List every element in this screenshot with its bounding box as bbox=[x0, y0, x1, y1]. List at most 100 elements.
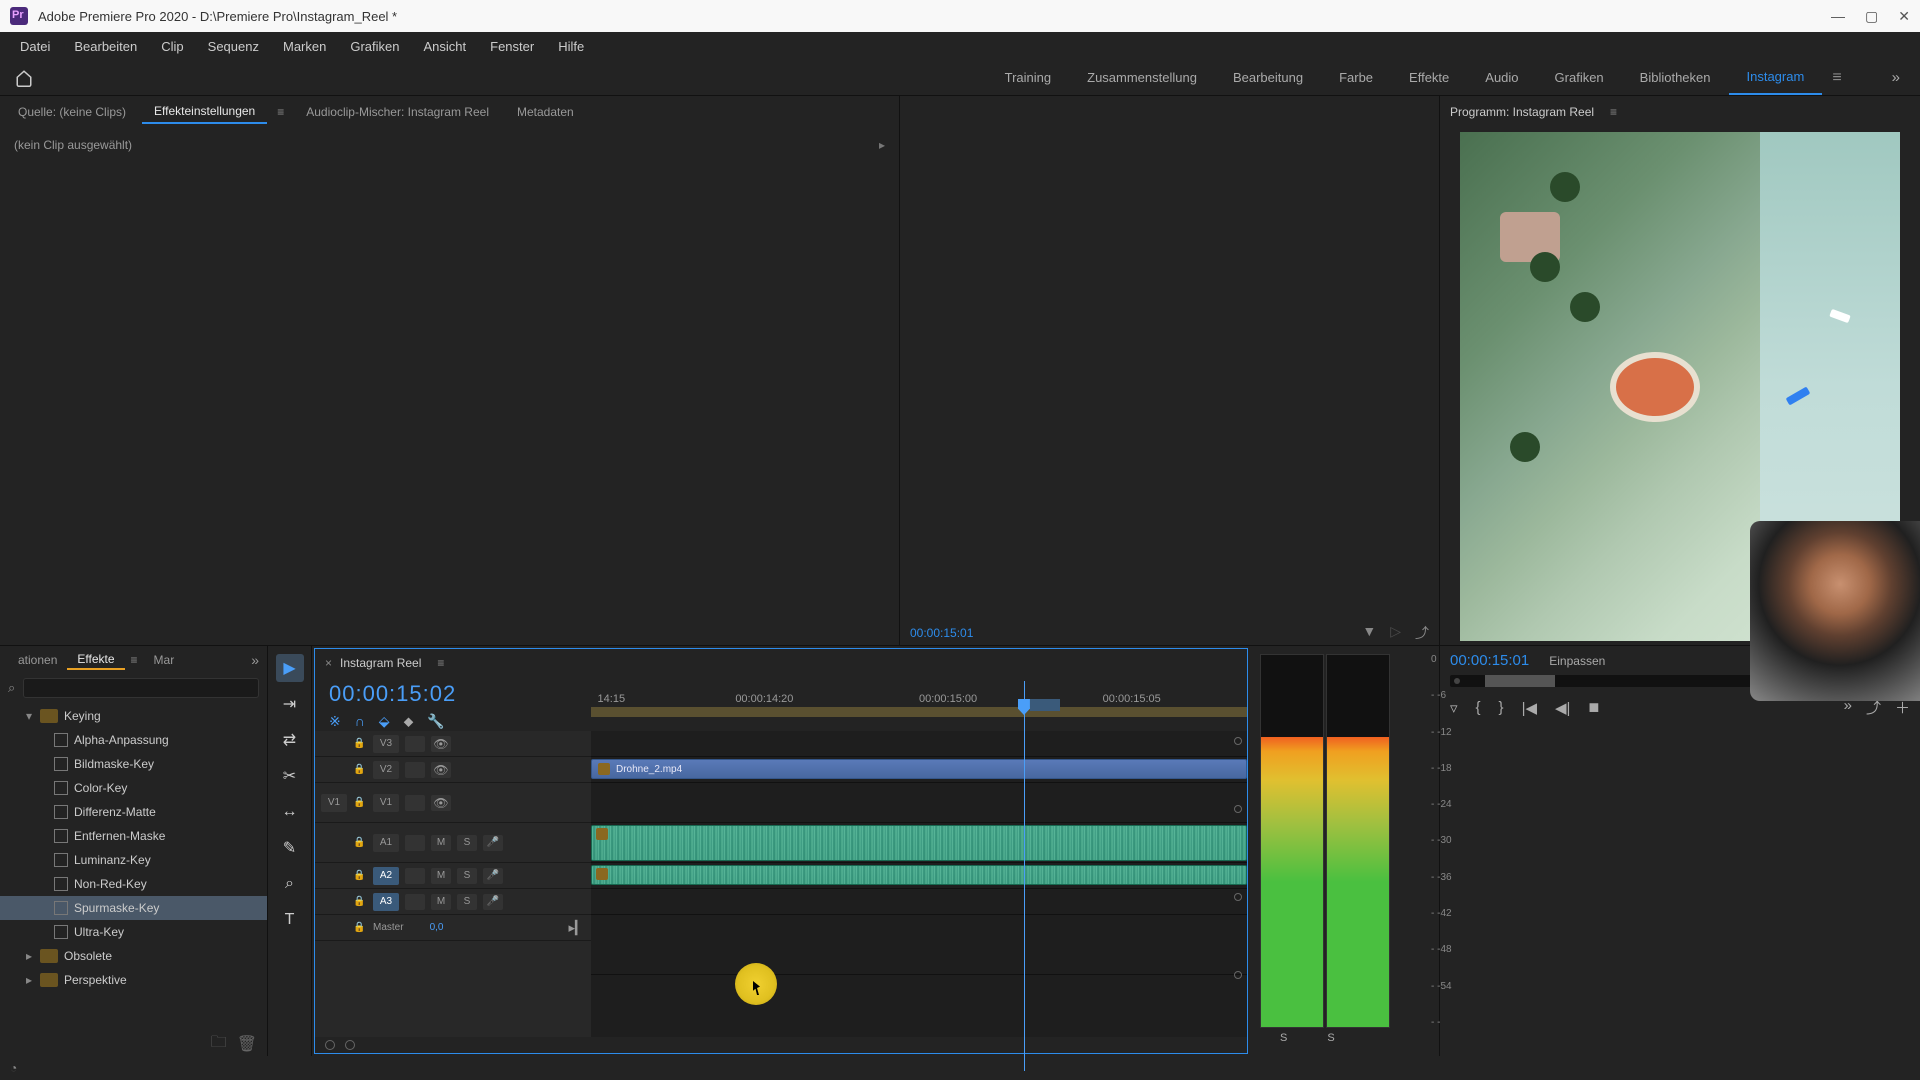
menu-help[interactable]: Hilfe bbox=[546, 39, 596, 54]
track-select-tool[interactable]: ⇥ bbox=[276, 690, 304, 718]
timeline-sequence-name[interactable]: Instagram Reel bbox=[340, 656, 421, 670]
tab-effects[interactable]: Effekte bbox=[67, 650, 124, 670]
workspace-assembly[interactable]: Zusammenstellung bbox=[1069, 60, 1215, 95]
track-content-area[interactable]: Drohne_2.mp4 bbox=[591, 731, 1247, 1037]
clip-audio-a1[interactable] bbox=[591, 825, 1247, 861]
tab-effect-controls[interactable]: Effekteinstellungen bbox=[142, 100, 267, 124]
effect-ultra-key[interactable]: Ultra-Key bbox=[0, 920, 267, 944]
effects-tree[interactable]: ▾Keying Alpha-Anpassung Bildmaske-Key Co… bbox=[0, 702, 267, 1032]
timeline-tab-menu-icon[interactable]: ≡ bbox=[431, 656, 450, 670]
menu-clip[interactable]: Clip bbox=[149, 39, 195, 54]
track-header-a1[interactable]: 🔒A1MS🎤 bbox=[315, 823, 591, 863]
menu-graphics[interactable]: Grafiken bbox=[338, 39, 411, 54]
effect-non-red-key[interactable]: Non-Red-Key bbox=[0, 872, 267, 896]
program-zoom-level[interactable]: Einpassen bbox=[1549, 654, 1605, 668]
timeline-timecode[interactable]: 00:00:15:02 bbox=[329, 681, 577, 707]
effect-image-matte-key[interactable]: Bildmaske-Key bbox=[0, 752, 267, 776]
effects-search-input[interactable] bbox=[23, 678, 259, 698]
close-window-button[interactable]: ✕ bbox=[1898, 8, 1910, 25]
workspace-editing[interactable]: Bearbeitung bbox=[1215, 60, 1321, 95]
tabs-overflow-button[interactable]: » bbox=[251, 652, 259, 668]
effect-color-key[interactable]: Color-Key bbox=[0, 776, 267, 800]
playhead[interactable] bbox=[1024, 681, 1025, 1071]
folder-obsolete[interactable]: ▸Obsolete bbox=[0, 944, 267, 968]
workspace-audio[interactable]: Audio bbox=[1467, 60, 1536, 95]
razor-tool[interactable]: ✂ bbox=[276, 762, 304, 790]
source-timecode[interactable]: 00:00:15:01 bbox=[910, 626, 973, 640]
home-button[interactable] bbox=[8, 62, 40, 94]
program-panel-menu-icon[interactable]: ≡ bbox=[1604, 105, 1623, 119]
clip-audio-a2[interactable] bbox=[591, 865, 1247, 885]
go-to-in-button[interactable]: |◀ bbox=[1522, 699, 1537, 717]
clip-drohne-2[interactable]: Drohne_2.mp4 bbox=[591, 759, 1247, 779]
timeline-zoom-scrollbar[interactable] bbox=[315, 1037, 1247, 1053]
slip-tool[interactable]: ↔ bbox=[276, 798, 304, 826]
workspace-color[interactable]: Farbe bbox=[1321, 60, 1391, 95]
effect-alpha-adjust[interactable]: Alpha-Anpassung bbox=[0, 728, 267, 752]
timeline-settings-icon[interactable]: ⬥ bbox=[404, 713, 414, 730]
tab-partial-left[interactable]: ationen bbox=[8, 651, 67, 669]
solo-right-button[interactable]: S bbox=[1327, 1032, 1334, 1044]
workspace-effects[interactable]: Effekte bbox=[1391, 60, 1467, 95]
timeline-wrench-icon[interactable]: 🔧 bbox=[427, 713, 444, 730]
play-button[interactable]: ■ bbox=[1588, 697, 1599, 718]
menu-view[interactable]: Ansicht bbox=[411, 39, 478, 54]
track-header-v2[interactable]: 🔒V2👁 bbox=[315, 757, 591, 783]
track-header-v3[interactable]: 🔒V3👁 bbox=[315, 731, 591, 757]
effects-tab-menu-icon[interactable]: ≡ bbox=[125, 653, 144, 667]
go-to-end-icon[interactable]: ▸▎ bbox=[568, 920, 585, 936]
zoom-tool[interactable]: ⌕ bbox=[276, 870, 304, 898]
tab-audio-mixer[interactable]: Audioclip-Mischer: Instagram Reel bbox=[294, 101, 501, 123]
program-viewer[interactable] bbox=[1450, 132, 1910, 641]
master-level-value[interactable]: 0,0 bbox=[430, 922, 444, 933]
track-header-master[interactable]: 🔒 Master 0,0 ▸▎ bbox=[315, 915, 591, 941]
new-bin-icon[interactable]: 🗀 bbox=[211, 1031, 227, 1058]
add-marker-icon[interactable]: ⬙ bbox=[379, 713, 390, 730]
menu-markers[interactable]: Marken bbox=[271, 39, 338, 54]
workspace-instagram[interactable]: Instagram bbox=[1729, 60, 1823, 95]
effect-difference-matte[interactable]: Differenz-Matte bbox=[0, 800, 267, 824]
timeline-tab-close-icon[interactable]: × bbox=[325, 656, 332, 670]
workspace-graphics[interactable]: Grafiken bbox=[1537, 60, 1622, 95]
timeline-ruler[interactable]: 14:15 00:00:14:20 00:00:15:00 00:00:15:0… bbox=[591, 677, 1247, 709]
export-frame-icon[interactable]: ⤴ bbox=[1415, 623, 1429, 643]
step-back-button[interactable]: ◀| bbox=[1555, 699, 1570, 717]
menu-sequence[interactable]: Sequenz bbox=[196, 39, 271, 54]
play-forward-icon[interactable]: ▷ bbox=[1390, 623, 1401, 643]
effect-remove-matte[interactable]: Entfernen-Maske bbox=[0, 824, 267, 848]
audio-meter-right[interactable] bbox=[1326, 654, 1390, 1028]
effect-luma-key[interactable]: Luminanz-Key bbox=[0, 848, 267, 872]
workspace-overflow-button[interactable]: » bbox=[1852, 69, 1920, 86]
maximize-button[interactable]: ▢ bbox=[1865, 8, 1878, 25]
workspace-menu-icon[interactable]: ≡ bbox=[1822, 69, 1851, 87]
snap-icon[interactable]: ※ bbox=[329, 713, 341, 730]
selection-tool[interactable]: ▶ bbox=[276, 654, 304, 682]
audio-meter-left[interactable] bbox=[1260, 654, 1324, 1028]
folder-per perspective[interactable]: ▸Perspektive bbox=[0, 968, 267, 992]
tab-partial-right[interactable]: Mar bbox=[144, 651, 185, 669]
mark-in-button[interactable]: { bbox=[1476, 699, 1481, 716]
add-marker-button[interactable]: ▿ bbox=[1450, 699, 1458, 717]
program-timecode[interactable]: 00:00:15:01 bbox=[1450, 652, 1529, 669]
menu-edit[interactable]: Bearbeiten bbox=[62, 39, 149, 54]
ripple-edit-tool[interactable]: ⇄ bbox=[276, 726, 304, 754]
folder-keying[interactable]: ▾Keying bbox=[0, 704, 267, 728]
effect-controls-menu-icon[interactable]: ≡ bbox=[271, 105, 290, 119]
mark-out-button[interactable]: } bbox=[1499, 699, 1504, 716]
work-area-bar[interactable] bbox=[591, 707, 1247, 717]
solo-left-button[interactable]: S bbox=[1280, 1032, 1287, 1044]
workspace-libraries[interactable]: Bibliotheken bbox=[1622, 60, 1729, 95]
menu-window[interactable]: Fenster bbox=[478, 39, 546, 54]
tab-source[interactable]: Quelle: (keine Clips) bbox=[6, 101, 138, 123]
pen-tool[interactable]: ✎ bbox=[276, 834, 304, 862]
linked-selection-icon[interactable]: ∩ bbox=[355, 713, 365, 730]
track-header-a3[interactable]: 🔒A3MS🎤 bbox=[315, 889, 591, 915]
track-header-v1[interactable]: V1🔒V1👁 bbox=[315, 783, 591, 823]
effect-track-matte-key[interactable]: Spurmaske-Key bbox=[0, 896, 267, 920]
filter-icon[interactable]: ▼ bbox=[1362, 623, 1376, 643]
delete-icon[interactable]: 🗑 bbox=[237, 1034, 257, 1054]
menu-file[interactable]: Datei bbox=[8, 39, 62, 54]
track-header-a2[interactable]: 🔒A2MS🎤 bbox=[315, 863, 591, 889]
tab-metadata[interactable]: Metadaten bbox=[505, 101, 586, 123]
type-tool[interactable]: T bbox=[276, 906, 304, 934]
